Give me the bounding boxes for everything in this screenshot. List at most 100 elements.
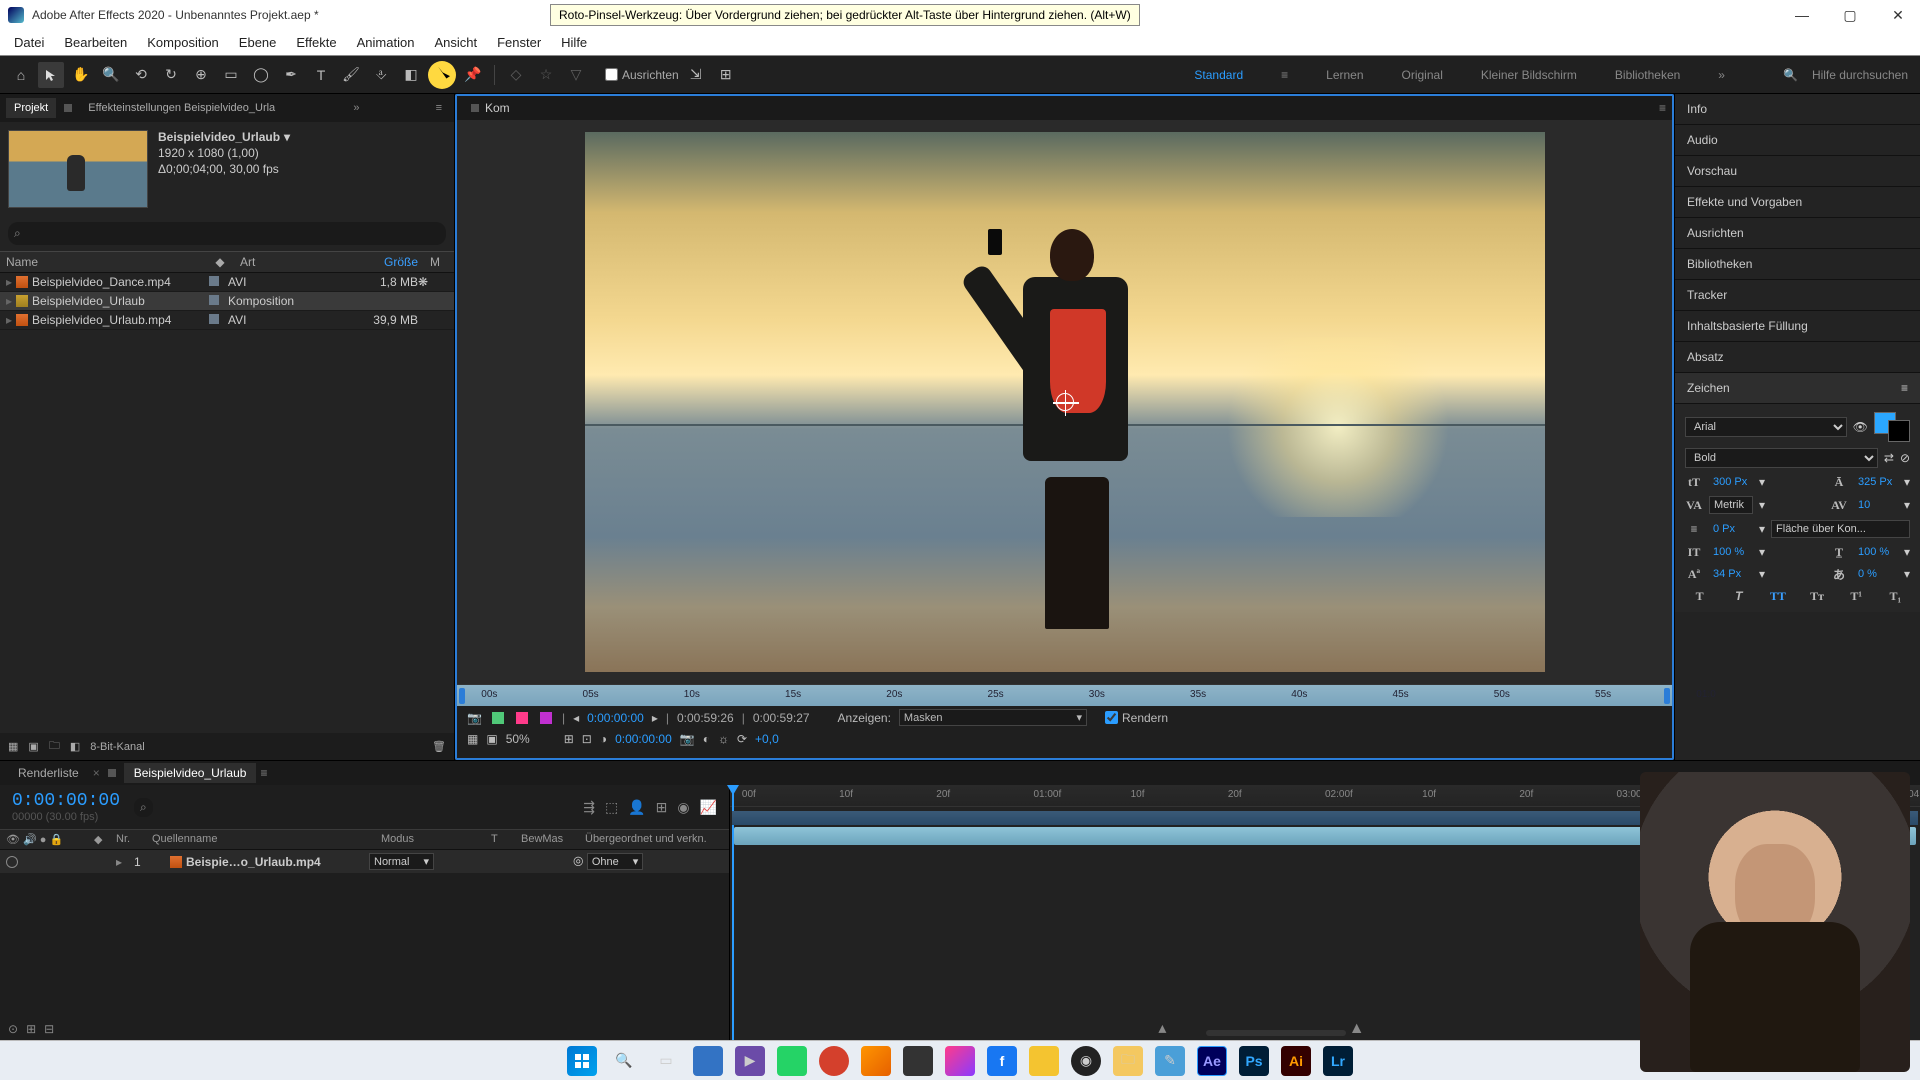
work-area-end-handle[interactable]: [1664, 688, 1670, 704]
col-type[interactable]: Art: [234, 252, 334, 272]
swap-colors-icon[interactable]: ⇄: [1884, 451, 1894, 465]
close-button[interactable]: ✕: [1884, 7, 1912, 24]
leading[interactable]: 325 Px: [1854, 474, 1898, 490]
menu-datei[interactable]: Datei: [4, 31, 54, 54]
comp-timeline-tab[interactable]: Beispielvideo_Urlaub: [124, 763, 257, 783]
start-button[interactable]: [567, 1046, 597, 1076]
col-bew[interactable]: BewMas: [515, 830, 579, 849]
tracking[interactable]: 10: [1854, 497, 1898, 513]
mask-icon[interactable]: ◑: [600, 732, 607, 746]
workspace-original[interactable]: Original: [1398, 62, 1447, 88]
taskbar-app-2[interactable]: [903, 1046, 933, 1076]
snap-options-2[interactable]: ⊞: [713, 62, 739, 88]
comp-flowchart-icon[interactable]: ⇶: [583, 799, 595, 816]
timeline-panel-menu-icon[interactable]: ≡: [260, 766, 267, 780]
new-comp-icon[interactable]: ▣: [28, 740, 38, 753]
after-effects-icon[interactable]: Ae: [1197, 1046, 1227, 1076]
comp-panel-menu-icon[interactable]: ≡: [1659, 101, 1666, 115]
maximize-button[interactable]: ▢: [1836, 7, 1864, 24]
workspace-kleiner[interactable]: Kleiner Bildschirm: [1477, 62, 1581, 88]
anchor-tool[interactable]: ⊕: [188, 62, 214, 88]
menu-bearbeiten[interactable]: Bearbeiten: [54, 31, 137, 54]
roto-brush-tool[interactable]: [428, 61, 456, 89]
panel-overflow-icon[interactable]: »: [347, 102, 365, 114]
minimize-button[interactable]: —: [1788, 7, 1816, 24]
twirl-icon[interactable]: ▸: [6, 275, 12, 289]
selection-tool[interactable]: [38, 62, 64, 88]
exposure-value[interactable]: +0,0: [755, 732, 779, 746]
col-size[interactable]: Größe: [334, 252, 424, 272]
refresh-icon[interactable]: ⟳: [737, 732, 747, 746]
menu-komposition[interactable]: Komposition: [137, 31, 229, 54]
faux[interactable]: 0 %: [1854, 566, 1898, 582]
col-mode[interactable]: Modus: [375, 830, 485, 849]
brush-tool[interactable]: 🖌: [338, 62, 364, 88]
project-tab[interactable]: Projekt: [6, 98, 56, 118]
frame-blend-icon[interactable]: ⊞: [656, 799, 668, 816]
workspace-overflow[interactable]: »: [1714, 62, 1729, 88]
pin-tool[interactable]: 📌: [460, 62, 486, 88]
col-m[interactable]: M: [424, 252, 454, 272]
kerning[interactable]: Metrik: [1709, 496, 1753, 514]
region-color-2[interactable]: [516, 712, 528, 724]
workspace-menu-icon[interactable]: ≡: [1277, 62, 1292, 88]
col-num[interactable]: Nr.: [110, 830, 146, 849]
font-style-dropdown[interactable]: Bold: [1685, 448, 1878, 468]
menu-animation[interactable]: Animation: [347, 31, 425, 54]
label-swatch[interactable]: [209, 314, 219, 324]
parent-dropdown[interactable]: Ohne ▾: [587, 853, 643, 870]
panel-bibliotheken[interactable]: Bibliotheken: [1675, 249, 1920, 280]
panel-audio[interactable]: Audio: [1675, 125, 1920, 156]
rotate-tool[interactable]: ↻: [158, 62, 184, 88]
allcaps-icon[interactable]: TT: [1769, 588, 1787, 604]
project-search[interactable]: ⌕: [8, 222, 446, 245]
bits-icon[interactable]: ◧: [70, 740, 80, 753]
new-folder-icon[interactable]: 🗀: [49, 737, 60, 756]
draft3d-icon[interactable]: ⬚: [605, 799, 618, 816]
anchor-point-icon[interactable]: [1056, 393, 1074, 411]
timecode2[interactable]: 0:00:00:00: [615, 732, 672, 746]
panel-vorschau[interactable]: Vorschau: [1675, 156, 1920, 187]
twirl-icon[interactable]: ▸: [116, 855, 122, 869]
eraser-tool[interactable]: ◧: [398, 62, 424, 88]
renderlist-tab[interactable]: Renderliste: [8, 763, 89, 783]
taskbar-app-3[interactable]: [1029, 1046, 1059, 1076]
panel-ausrichten[interactable]: Ausrichten: [1675, 218, 1920, 249]
panel-zeichen[interactable]: Zeichen≡: [1675, 373, 1920, 404]
mask-shape-1[interactable]: ◇: [503, 62, 529, 88]
project-item[interactable]: ▸Beispielvideo_Dance.mp4 AVI 1,8 MB ❋: [0, 273, 454, 292]
exposure-icon[interactable]: ☼: [718, 732, 729, 746]
toggle-alpha-icon[interactable]: ▣: [486, 732, 497, 746]
grid-icon[interactable]: ⊞: [564, 732, 574, 746]
menu-hilfe[interactable]: Hilfe: [551, 31, 597, 54]
menu-effekte[interactable]: Effekte: [286, 31, 346, 54]
text-tool[interactable]: T: [308, 62, 334, 88]
menu-ebene[interactable]: Ebene: [229, 31, 287, 54]
lightroom-icon[interactable]: Lr: [1323, 1046, 1353, 1076]
visibility-toggle[interactable]: [6, 856, 18, 868]
zoom-tool[interactable]: 🔍: [98, 62, 124, 88]
menu-fenster[interactable]: Fenster: [487, 31, 551, 54]
work-area-start-handle[interactable]: [459, 688, 465, 704]
pen-tool[interactable]: ✒: [278, 62, 304, 88]
messenger-icon[interactable]: [945, 1046, 975, 1076]
task-view-icon[interactable]: ▭: [651, 1046, 681, 1076]
region-color-3[interactable]: [540, 712, 552, 724]
subscript-icon[interactable]: T₁: [1886, 588, 1904, 604]
twirl-icon[interactable]: ▸: [6, 313, 12, 327]
tsume[interactable]: 0 Px: [1709, 521, 1753, 537]
channel-icon[interactable]: ◐: [703, 732, 710, 746]
mask-shape-2[interactable]: ☆: [533, 62, 559, 88]
layer-row[interactable]: ▸ 1 Beispie…o_Urlaub.mp4 Normal ▾ ◎ Ohne…: [0, 850, 729, 873]
delete-icon[interactable]: 🗑: [432, 740, 446, 753]
vscale[interactable]: 100 %: [1709, 544, 1753, 560]
guides-icon[interactable]: ⊡: [582, 732, 592, 746]
panel-absatz[interactable]: Absatz: [1675, 342, 1920, 373]
no-color-icon[interactable]: ⊘: [1900, 451, 1910, 465]
stroke-color-swatch[interactable]: [1888, 420, 1910, 442]
toggle-switches-icon[interactable]: ⊙: [8, 1022, 18, 1036]
font-size[interactable]: 300 Px: [1709, 474, 1753, 490]
notes-icon[interactable]: ✎: [1155, 1046, 1185, 1076]
col-src[interactable]: Quellenname: [146, 830, 375, 849]
hscale[interactable]: 100 %: [1854, 544, 1898, 560]
